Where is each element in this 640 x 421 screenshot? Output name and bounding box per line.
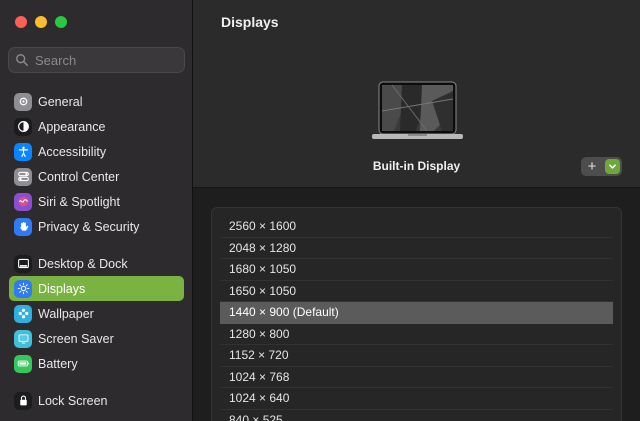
sidebar-item-siri-and-spotlight[interactable]: Siri & Spotlight [9, 189, 184, 214]
plus-icon: + [587, 158, 597, 175]
screen-saver-icon [14, 329, 32, 348]
sidebar-item-label: Siri & Spotlight [38, 194, 120, 209]
resolution-list-panel: 2560 × 1600 2048 × 1280 1680 × 1050 1650 × … [211, 207, 622, 421]
laptop-display-icon[interactable] [372, 81, 463, 141]
appearance-icon [14, 117, 32, 136]
sidebar-group-separator [9, 239, 184, 251]
sidebar-group-separator [9, 376, 184, 388]
sidebar-item-label: Desktop & Dock [38, 256, 128, 271]
search-icon [16, 54, 29, 67]
system-settings-window: General Appearance Accessibility Control Ce… [0, 0, 640, 421]
resolution-list: 2560 × 1600 2048 × 1280 1680 × 1050 1650 × … [220, 216, 613, 421]
sidebar-item-label: Accessibility [38, 144, 107, 159]
zoom-window-button[interactable] [55, 16, 67, 28]
display-name-label: Built-in Display [372, 159, 461, 173]
window-controls [15, 16, 67, 28]
hand-icon [14, 217, 32, 236]
sidebar-item-label: Displays [38, 281, 86, 296]
page-title: Displays [221, 14, 279, 30]
resolution-option[interactable]: 1024 × 640 [220, 388, 613, 410]
sidebar-navigation: General Appearance Accessibility Control Ce… [9, 89, 184, 413]
sidebar-item-appearance[interactable]: Appearance [9, 114, 184, 139]
sidebar-item-label: Screen Saver [38, 331, 114, 346]
control-center-icon [14, 167, 32, 186]
sidebar-item-label: General [38, 94, 83, 109]
sidebar: General Appearance Accessibility Control Ce… [0, 0, 193, 421]
main-content: Displays Built-in Display + 2560 × 1600 … [193, 0, 640, 421]
dock-icon [14, 254, 32, 273]
gear-icon [14, 92, 32, 111]
sidebar-item-screen-saver[interactable]: Screen Saver [9, 326, 184, 351]
resolution-option[interactable]: 840 × 525 [220, 410, 613, 421]
sidebar-item-general[interactable]: General [9, 89, 184, 114]
sidebar-item-displays[interactable]: Displays [9, 276, 184, 301]
resolution-option[interactable]: 1152 × 720 [220, 345, 613, 367]
resolution-option[interactable]: 1024 × 768 [220, 367, 613, 388]
sidebar-item-control-center[interactable]: Control Center [9, 164, 184, 189]
toolbar: Displays [193, 0, 640, 46]
display-arrangement-area: Built-in Display + [193, 46, 640, 188]
resolution-option[interactable]: 1650 × 1050 [220, 281, 613, 302]
resolution-option[interactable]: 1280 × 800 [220, 324, 613, 345]
sidebar-item-desktop-and-dock[interactable]: Desktop & Dock [9, 251, 184, 276]
resolution-option[interactable]: 2048 × 1280 [220, 238, 613, 259]
sidebar-item-privacy-and-security[interactable]: Privacy & Security [9, 214, 184, 239]
search-field[interactable] [8, 47, 185, 73]
sidebar-item-battery[interactable]: Battery [9, 351, 184, 376]
resolution-option[interactable]: 2560 × 1600 [220, 216, 613, 238]
battery-icon [14, 354, 32, 373]
accessibility-icon [14, 142, 32, 161]
sidebar-item-label: Wallpaper [38, 306, 94, 321]
lock-icon [14, 391, 32, 410]
sidebar-item-label: Battery [38, 356, 78, 371]
sun-icon [14, 279, 32, 298]
sidebar-item-wallpaper[interactable]: Wallpaper [9, 301, 184, 326]
sidebar-item-label: Control Center [38, 169, 120, 184]
sidebar-item-label: Privacy & Security [38, 219, 140, 234]
sidebar-item-lock-screen[interactable]: Lock Screen [9, 388, 184, 413]
siri-icon [14, 192, 32, 211]
resolution-option[interactable]: 1680 × 1050 [220, 259, 613, 281]
add-display-button[interactable]: + [581, 157, 622, 176]
sidebar-item-label: Appearance [38, 119, 106, 134]
close-window-button[interactable] [15, 16, 27, 28]
sidebar-item-accessibility[interactable]: Accessibility [9, 139, 184, 164]
sidebar-item-label: Lock Screen [38, 393, 108, 408]
search-input[interactable] [35, 52, 175, 68]
chevron-down-icon[interactable] [605, 159, 620, 174]
resolution-option[interactable]: 1440 × 900 (Default) [220, 302, 613, 324]
wallpaper-icon [14, 304, 32, 323]
minimize-window-button[interactable] [35, 16, 47, 28]
